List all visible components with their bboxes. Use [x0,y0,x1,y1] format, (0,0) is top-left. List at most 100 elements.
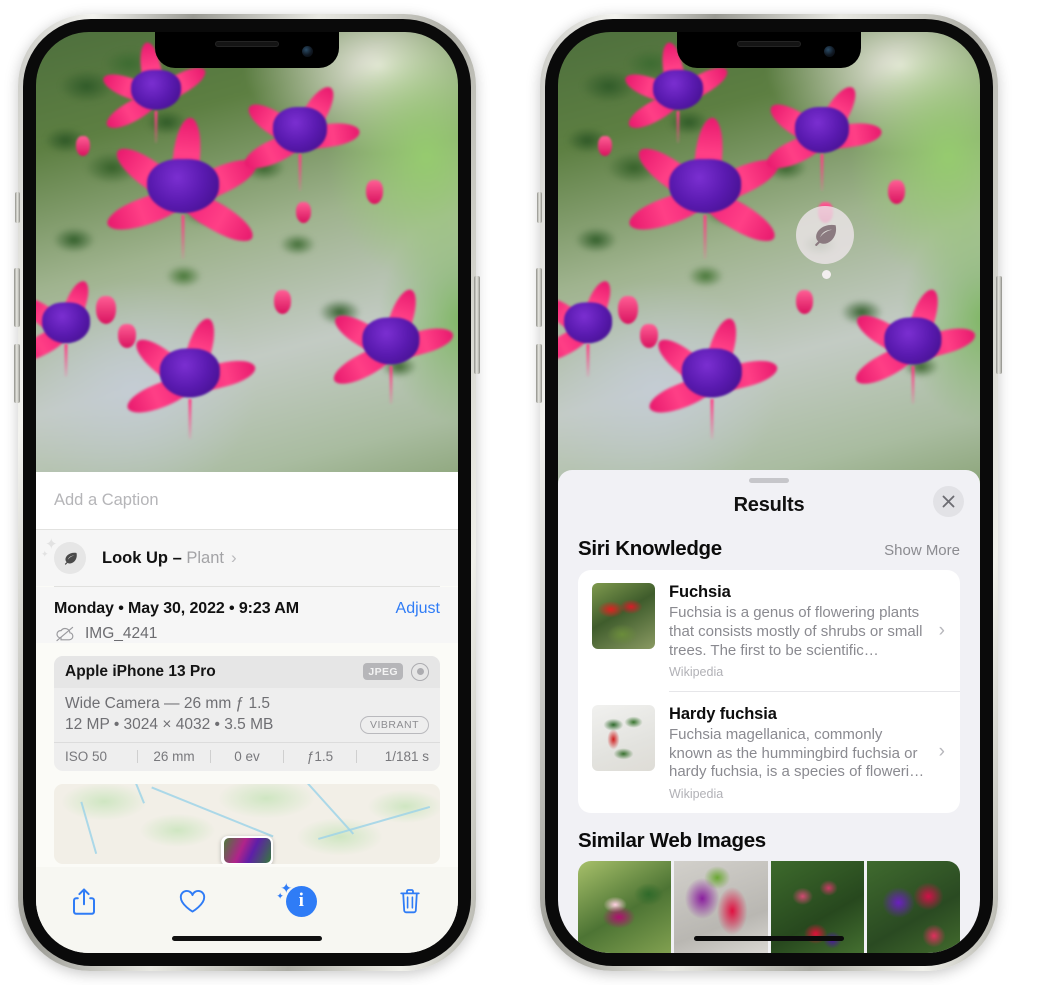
siri-knowledge-title: Siri Knowledge [578,537,722,560]
lens-info: Wide Camera — 26 mm ƒ 1.5 [65,694,271,712]
caption-input[interactable]: Add a Caption [36,472,458,530]
volume-down-button[interactable] [14,344,20,403]
earpiece-speaker [215,41,279,47]
flower-bud [118,324,136,348]
flower-bud [274,290,291,314]
blossom [329,286,456,404]
look-up-subject: Plant [186,549,224,567]
sparkle-icon-small: ✦ [41,549,49,559]
volume-down-button[interactable] [536,344,542,403]
mute-switch[interactable] [537,192,542,223]
photo-filename: IMG_4241 [85,624,158,642]
result-title: Fuchsia [669,583,731,601]
flower-bud [618,296,638,324]
leaf-icon[interactable] [796,206,854,264]
power-button[interactable] [996,276,1002,374]
photo-blossoms [558,32,980,484]
list-item[interactable]: Fuchsia Fuchsia is a genus of flowering … [578,570,960,691]
camera-card-header: Apple iPhone 13 Pro JPEG [54,655,440,688]
show-more-button[interactable]: Show More [884,542,960,559]
siri-knowledge-card: Fuchsia Fuchsia is a genus of flowering … [578,570,960,813]
leaf-icon: ✦ ✦ [41,537,86,574]
result-description: Fuchsia magellanica, commonly known as t… [669,725,925,781]
phone-right: Results Siri Knowledge Show More Fuchsia… [536,14,1002,971]
blossom [851,286,978,404]
volume-up-button[interactable] [14,268,20,327]
photo-blossoms [36,32,458,484]
result-thumbnail [592,583,655,649]
image-specs: 12 MP • 3024 × 4032 • 3.5 MB [65,715,274,733]
front-camera [302,46,313,57]
exif-iso: ISO 50 [65,748,108,764]
home-indicator[interactable] [172,936,322,941]
location-map[interactable] [54,783,440,864]
flower-bud [796,290,813,314]
list-item[interactable]: Hardy fuchsia Fuchsia magellanica, commo… [578,692,960,813]
trash-icon [400,889,420,914]
blossom [762,81,884,192]
sparkle-icon-small: ✦ [276,891,284,901]
similar-web-images-title: Similar Web Images [578,829,766,852]
photo-viewer[interactable] [558,32,980,484]
exif-exposure: 0 ev [234,748,260,764]
camera-info-card: Apple iPhone 13 Pro JPEG Wide Camera — 2… [54,655,440,771]
camera-card-body: Wide Camera — 26 mm ƒ 1.5 12 MP • 3024 ×… [54,688,440,742]
favorite-button[interactable] [171,881,215,921]
delete-button[interactable] [388,881,432,921]
similar-web-images-header: Similar Web Images [558,813,980,861]
icloud-slash-icon [56,626,74,641]
exif-focal: 26 mm [153,748,195,764]
notch [677,32,861,68]
volume-up-button[interactable] [536,268,542,327]
exif-aperture: ƒ1.5 [306,748,334,764]
result-thumbnail [592,704,655,771]
flower-bud [640,324,658,348]
blossom [645,315,781,439]
result-title: Hardy fuchsia [669,704,777,723]
photo-metadata: Monday • May 30, 2022 • 9:23 AM Adjust I… [36,586,458,643]
photographic-style-badge: VIBRANT [359,715,429,734]
earpiece-speaker [737,41,801,47]
web-image-thumbnail[interactable] [578,861,672,953]
info-button[interactable]: ✦ ✦ i [276,881,323,921]
caption-placeholder: Add a Caption [54,491,159,509]
phone-screen-right: Results Siri Knowledge Show More Fuchsia… [558,32,980,953]
siri-knowledge-header: Siri Knowledge Show More [558,527,980,570]
result-description: Fuchsia is a genus of flowering plants t… [669,604,923,659]
adjust-button[interactable]: Adjust [396,600,440,618]
camera-model: Apple iPhone 13 Pro [65,662,216,680]
close-button[interactable] [933,486,964,517]
exif-row: ISO 50 26 mm 0 ev ƒ1.5 1/181 s [54,741,440,771]
power-button[interactable] [474,276,480,374]
screenshot-canvas: Add a Caption ✦ ✦ Look Up – Plant › Mond… [0,0,1055,985]
result-source: Wikipedia [669,665,724,680]
flower-bud [598,136,612,156]
result-source: Wikipedia [669,787,724,801]
home-indicator[interactable] [694,936,844,941]
notch [155,32,339,68]
exif-shutter: 1/181 s [384,748,429,764]
photo-viewer[interactable] [36,32,458,484]
hdr-ring-icon [411,662,429,681]
flower-bud [888,180,905,204]
map-photo-pin[interactable] [221,835,273,864]
photo-info-sheet: Add a Caption ✦ ✦ Look Up – Plant › Mond… [36,472,458,953]
share-icon [73,888,95,915]
blossom [123,315,259,439]
web-image-thumbnail[interactable] [866,861,960,953]
blossom [625,116,784,259]
phone-left: Add a Caption ✦ ✦ Look Up – Plant › Mond… [14,14,480,971]
subject-indicator-dot [822,270,831,279]
blossom [103,116,262,259]
look-up-text: Look Up – [102,549,187,567]
results-sheet: Results Siri Knowledge Show More Fuchsia… [558,470,980,953]
share-button[interactable] [62,881,106,921]
look-up-row[interactable]: ✦ ✦ Look Up – Plant › [36,530,458,586]
results-header: Results [558,483,980,527]
mute-switch[interactable] [15,192,20,223]
front-camera [824,46,835,57]
phone-screen-left: Add a Caption ✦ ✦ Look Up – Plant › Mond… [36,32,458,953]
flower-bud [96,296,116,324]
flower-bud [296,202,311,223]
close-icon [942,495,955,508]
